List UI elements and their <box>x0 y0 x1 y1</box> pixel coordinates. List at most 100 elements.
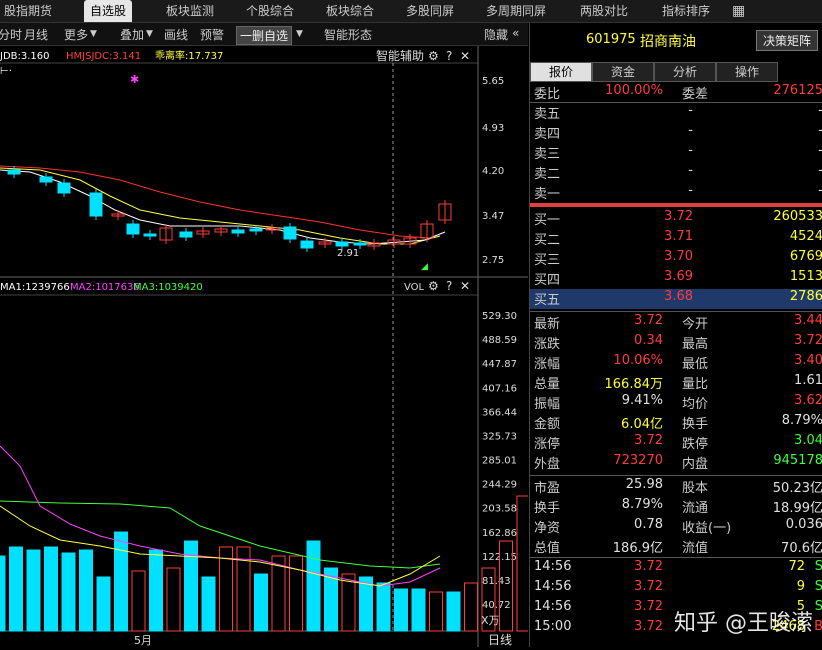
orderbook-row[interactable]: 买一 3.72 260533 <box>530 209 822 229</box>
chart-area[interactable]: JDB:3.160 HMJSJDC:3.141 乖离率:17.737 智能辅助 … <box>0 46 548 647</box>
kline-chart[interactable]: JDB:3.160 HMJSJDC:3.141 乖离率:17.737 智能辅助 … <box>0 46 548 647</box>
volume-bar <box>271 555 286 632</box>
fund-label: 股本 <box>682 481 709 496</box>
candle-body <box>249 228 263 232</box>
volume-axis-label: 81.43 <box>482 576 511 587</box>
tool-overlay[interactable]: 叠加 <box>120 26 144 43</box>
volume-axis-label: 40.72 <box>482 600 511 611</box>
candle-body <box>89 192 103 217</box>
stock-code: 601975 <box>586 32 636 47</box>
chevron-down-icon[interactable]: ▼ <box>296 29 303 39</box>
stat-value: 3.72 <box>794 333 822 348</box>
crosshair-marker: ⊢· <box>0 66 12 77</box>
level-price: 3.70 <box>664 249 693 264</box>
volume-bar <box>376 582 391 632</box>
fund-label: 换手 <box>534 501 561 516</box>
close-icon[interactable]: ✕ <box>460 279 470 293</box>
panel-tab-operation[interactable]: 操作 <box>716 62 778 82</box>
volume-bar <box>411 588 426 632</box>
stat-value: 723270 <box>613 453 663 468</box>
stat-label: 涨跌 <box>534 337 561 352</box>
chevron-down-icon[interactable]: ▼ <box>90 29 97 39</box>
price-axis-label: 5.65 <box>482 76 504 87</box>
tab-index-futures[interactable]: 股指期货 <box>4 0 52 22</box>
fundamental-row: 净资 0.78 收益(一) 0.036 <box>530 517 822 537</box>
volume-bar <box>201 576 216 632</box>
gear-icon[interactable]: ⚙ <box>428 279 439 293</box>
volume-axis-label: 325.73 <box>482 431 517 442</box>
period-label[interactable]: 日线 <box>488 633 512 647</box>
watermark: 知乎 @王晙潆 <box>674 611 813 636</box>
tab-multi-period[interactable]: 多周期同屏 <box>486 0 546 22</box>
orderbook-row[interactable]: 卖五 - - <box>530 103 822 123</box>
stat-label: 最新 <box>534 317 561 332</box>
tick-time: 15:00 <box>534 619 572 634</box>
tab-stock-overview[interactable]: 个股综合 <box>246 0 294 22</box>
tab-sector-monitor[interactable]: 板块监测 <box>166 0 214 22</box>
grid-menu-icon[interactable]: ▦ <box>732 0 745 22</box>
tool-smart-pattern[interactable]: 智能形态 <box>324 26 372 43</box>
candle-body <box>143 233 157 237</box>
hide-button[interactable]: 隐藏 <box>484 26 508 43</box>
chevron-down-icon[interactable]: ▼ <box>146 29 153 39</box>
tool-drawline[interactable]: 画线 <box>164 26 188 43</box>
volume-axis-label: 529.30 <box>482 311 517 322</box>
stat-value: 3.04 <box>794 433 822 448</box>
orderbook-row[interactable]: 买三 3.70 6769 <box>530 249 822 269</box>
tick-row: 14:56 3.72 9 S <box>530 579 822 599</box>
candle-body <box>353 242 367 246</box>
help-icon[interactable]: ? <box>446 279 452 293</box>
tool-more[interactable]: 更多 <box>64 26 88 43</box>
orderbook-row[interactable]: 买四 3.69 1513 <box>530 269 822 289</box>
tool-alert[interactable]: 预警 <box>200 26 224 43</box>
level-label: 买三 <box>534 253 561 268</box>
tab-sector-overview[interactable]: 板块综合 <box>326 0 374 22</box>
help-icon[interactable]: ? <box>446 49 452 63</box>
orderbook-row[interactable]: 买二 3.71 4524 <box>530 229 822 249</box>
tool-minute[interactable]: 分时 <box>0 26 22 43</box>
fund-value: 8.79% <box>621 497 663 512</box>
stat-value: 3.72 <box>634 313 663 328</box>
decision-matrix-button[interactable]: 决策矩阵 <box>756 30 819 51</box>
volume-bar <box>429 591 443 632</box>
panel-tab-quote[interactable]: 报价 <box>530 62 592 82</box>
volume-bar <box>394 588 408 632</box>
volume-bar <box>516 495 531 632</box>
tick-volume: 72 <box>788 559 805 574</box>
remove-watchlist-button[interactable]: 一删自选 <box>236 26 293 45</box>
panel-tab-funds[interactable]: 资金 <box>592 62 654 82</box>
level-volume: - <box>818 123 822 138</box>
volume-bar <box>306 540 321 632</box>
stat-label: 最低 <box>682 357 709 372</box>
panel-tab-analysis[interactable]: 分析 <box>654 62 716 82</box>
orderbook-row[interactable]: 卖三 - - <box>530 143 822 163</box>
candle-body <box>335 241 349 247</box>
tab-multi-stock[interactable]: 多股同屏 <box>406 0 454 22</box>
orderbook-row[interactable]: 卖四 - - <box>530 123 822 143</box>
level-price: 3.72 <box>664 209 693 224</box>
quote-panel: 601975 招商南油 决策矩阵 报价 资金 分析 操作 委比 100.00% … <box>529 23 822 647</box>
vol-label: VOL <box>404 282 425 293</box>
weibi-value: 100.00% <box>605 83 663 98</box>
volume-bar <box>254 573 268 632</box>
orderbook-row[interactable]: 卖一 - - <box>530 183 822 203</box>
gear-icon[interactable]: ⚙ <box>428 49 439 63</box>
tool-monthly[interactable]: 月线 <box>24 26 48 43</box>
stat-row: 涨跌 0.34 最高 3.72 <box>530 333 822 353</box>
indicator-jdb: JDB:3.160 <box>0 51 50 62</box>
collapse-icon[interactable]: « <box>512 26 519 40</box>
smart-assist-label[interactable]: 智能辅助 <box>376 48 424 63</box>
tab-compare[interactable]: 两股对比 <box>580 0 628 22</box>
tab-indicator-sort[interactable]: 指标排序 <box>662 0 710 22</box>
level-volume: 2786 <box>789 289 822 304</box>
level-volume: 1513 <box>789 269 822 284</box>
fund-value: 0.036 <box>785 517 822 532</box>
stat-label: 内盘 <box>682 457 709 472</box>
orderbook-row[interactable]: 卖二 - - <box>530 163 822 183</box>
close-icon[interactable]: ✕ <box>460 49 470 63</box>
orderbook-row[interactable]: 买五 3.68 2786 <box>530 289 822 309</box>
stat-value: 6.04亿 <box>621 417 663 432</box>
level-volume: 260533 <box>773 209 822 224</box>
stat-label: 跌停 <box>682 437 709 452</box>
tab-watchlist[interactable]: 自选股 <box>84 0 133 22</box>
